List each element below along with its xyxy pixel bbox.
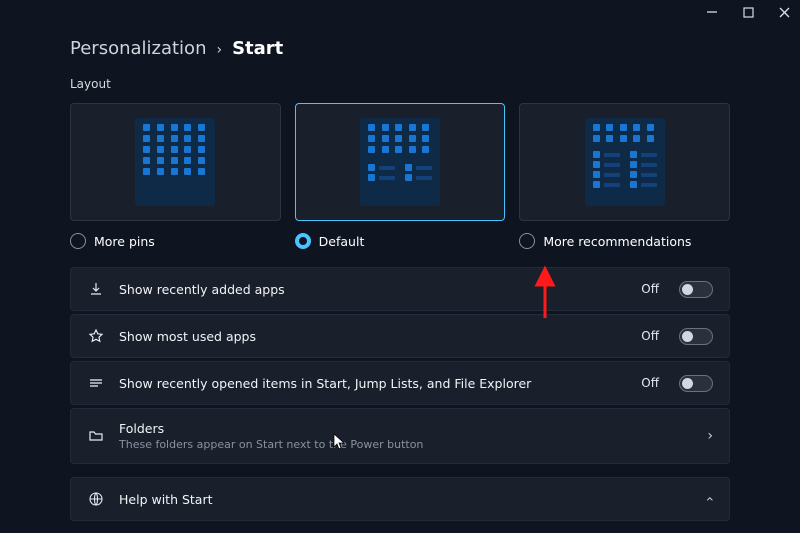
toggle-most-used-apps[interactable] [679,328,713,345]
radio-more-pins[interactable]: More pins [70,233,281,249]
breadcrumb: Personalization › Start [70,38,730,59]
layout-card-default[interactable] [295,103,506,221]
close-button[interactable] [776,4,792,20]
row-folders[interactable]: Folders These folders appear on Start ne… [70,408,730,464]
row-label: Show recently opened items in Start, Jum… [119,376,627,391]
row-recently-opened-items: Show recently opened items in Start, Jum… [70,361,730,405]
breadcrumb-parent[interactable]: Personalization [70,38,206,59]
toggle-recently-opened-items[interactable] [679,375,713,392]
radio-more-recommendations[interactable]: More recommendations [519,233,730,249]
row-help-with-start[interactable]: Help with Start › [70,477,730,521]
toggle-state: Off [641,329,659,343]
star-icon [87,327,105,345]
row-label: Help with Start [119,492,693,507]
radio-label: More recommendations [543,234,691,249]
chevron-right-icon: › [216,42,222,58]
row-sublabel: These folders appear on Start next to th… [119,438,693,451]
radio-default[interactable]: Default [295,233,506,249]
row-label: Folders [119,421,693,436]
page-title: Start [232,38,283,59]
toggle-state: Off [641,376,659,390]
list-icon [87,374,105,392]
toggle-state: Off [641,282,659,296]
download-icon [87,280,105,298]
row-most-used-apps: Show most used apps Off [70,314,730,358]
radio-label: More pins [94,234,155,249]
chevron-right-icon: › [707,428,713,444]
row-label: Show most used apps [119,329,627,344]
minimize-button[interactable] [704,4,720,20]
layout-card-more-recommendations[interactable] [519,103,730,221]
layout-card-more-pins[interactable] [70,103,281,221]
maximize-button[interactable] [740,4,756,20]
chevron-up-icon: › [702,496,718,502]
section-label-layout: Layout [70,77,730,91]
globe-icon [87,490,105,508]
annotation-arrow [535,270,565,320]
toggle-recently-added-apps[interactable] [679,281,713,298]
row-recently-added-apps: Show recently added apps Off [70,267,730,311]
folder-icon [87,427,105,445]
radio-label: Default [319,234,365,249]
